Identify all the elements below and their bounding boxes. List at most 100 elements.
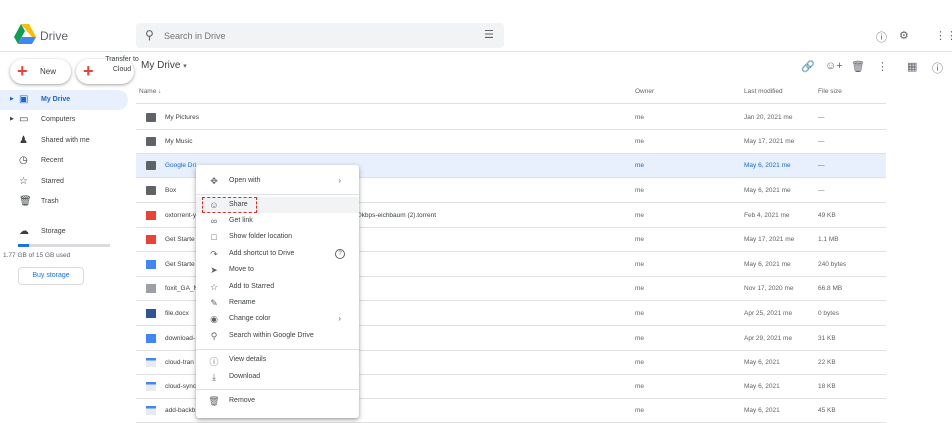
expand-arrow-icon[interactable]: ▶ (10, 96, 14, 102)
menu-item-label: Remove (229, 397, 256, 404)
search-bar[interactable]: ⚲ ☰ (136, 23, 504, 48)
clock-icon: ◷ (19, 155, 28, 166)
file-name: file.docx (165, 310, 189, 317)
sidebar-item-label: Shared with me (41, 137, 90, 144)
expand-arrow-icon[interactable]: ▶ (10, 116, 14, 122)
menu-item-download[interactable]: ⤓ Download (196, 369, 359, 385)
sidebar-item-label: Computers (41, 116, 76, 123)
file-modified-date: Nov 17, 2020 (744, 285, 783, 292)
image-file-icon (146, 358, 156, 367)
menu-item-open-with[interactable]: ✥ Open with › (196, 173, 359, 189)
info-icon[interactable]: ⓘ (932, 60, 943, 76)
page-title-text: My Drive (141, 60, 181, 71)
file-name: cloud-tran (165, 359, 194, 366)
file-owner: me (635, 359, 645, 366)
page-title[interactable]: My Drive ▾ (141, 60, 187, 71)
folder-icon (146, 113, 156, 122)
buy-storage-button[interactable]: Buy storage (18, 267, 84, 285)
file-name: My Music (165, 138, 193, 145)
folder-icon (146, 137, 156, 146)
plus-icon: + (83, 61, 94, 81)
move-icon: ➤ (210, 265, 218, 275)
menu-item-remove[interactable]: 🗑 Remove (196, 393, 359, 409)
menu-item-search-within[interactable]: ⚲ Search within Google Drive (196, 328, 359, 344)
file-modified-date: May 6, 2021 (744, 261, 780, 268)
sidebar-item-starred[interactable]: ☆ Starred (0, 172, 128, 192)
file-modified-date: Apr 25, 2021 (744, 310, 782, 317)
add-person-icon[interactable]: ☺+ (825, 60, 843, 72)
apps-grid-icon[interactable]: ⋮⋮ (935, 29, 952, 42)
file-size: 18 KB (818, 383, 836, 390)
menu-item-view-details[interactable]: ⓘ View details (196, 352, 359, 368)
file-name: add-backb (165, 407, 196, 414)
column-header-size: File size (818, 88, 842, 95)
top-bar: Drive ⚲ ☰ ⓘ ⚙ ⋮⋮ (0, 0, 952, 52)
file-owner: me (635, 310, 645, 317)
sidebar-item-my-drive[interactable]: ▶ ▣ My Drive (0, 90, 128, 110)
gear-icon[interactable]: ⚙ (899, 29, 909, 42)
column-header-name[interactable]: Name ↓ (139, 88, 161, 95)
file-modified: May 17, 2021 me (744, 236, 794, 243)
menu-divider (196, 389, 359, 390)
table-row[interactable]: My Pictures me Jan 20, 2021 me — (136, 106, 886, 130)
sidebar-item-shared[interactable]: ♟ Shared with me (0, 131, 128, 151)
search-input[interactable] (164, 28, 464, 43)
file-size: 49 KB (818, 212, 836, 219)
menu-item-rename[interactable]: ✎ Rename (196, 295, 359, 311)
help-icon[interactable]: ⓘ (876, 29, 887, 45)
file-name: Get Starte (165, 236, 195, 243)
file-name: download- (165, 335, 195, 342)
link-icon: ∞ (210, 216, 218, 226)
search-options-icon[interactable]: ☰ (484, 28, 494, 41)
sidebar-item-computers[interactable]: ▶ ▭ Computers (0, 110, 128, 130)
file-size: — (818, 162, 825, 169)
file-owner: me (635, 187, 645, 194)
sidebar-item-recent[interactable]: ◷ Recent (0, 151, 128, 171)
transfer-to-cloud-button[interactable]: + Transfer to Cloud (76, 56, 139, 84)
menu-item-add-to-starred[interactable]: ☆ Add to Starred (196, 279, 359, 295)
trash-icon[interactable]: 🗑 (851, 60, 865, 73)
menu-item-add-shortcut[interactable]: ↷ Add shortcut to Drive? (196, 246, 359, 262)
folder-icon: □ (211, 232, 217, 242)
file-owner: me (635, 383, 645, 390)
grid-view-icon[interactable]: ▦ (907, 60, 917, 73)
file-modified: Apr 25, 2021 me (744, 310, 792, 317)
app-title[interactable]: Drive (40, 29, 68, 43)
help-icon[interactable]: ? (335, 249, 345, 259)
header-divider (136, 103, 886, 104)
drive-logo-icon[interactable] (14, 24, 36, 44)
column-header-modified[interactable]: Last modified (744, 88, 783, 95)
image-file-icon (146, 382, 156, 391)
menu-item-move-to[interactable]: ➤ Move to (196, 262, 359, 278)
menu-item-change-color[interactable]: ◉ Change color › (196, 311, 359, 327)
sort-arrow-down-icon[interactable]: ↓ (158, 88, 161, 95)
file-modified-date: May 17, 2021 (744, 236, 784, 243)
pencil-icon: ✎ (210, 298, 218, 308)
file-name: My Pictures (165, 114, 199, 121)
search-icon[interactable]: ⚲ (145, 28, 154, 42)
menu-item-get-link[interactable]: ∞ Get link (196, 213, 359, 229)
sidebar-item-trash[interactable]: 🗑 Trash (0, 192, 128, 212)
star-icon: ☆ (19, 176, 28, 187)
sidebar-item-label: Recent (41, 157, 64, 164)
file-size: — (818, 138, 825, 145)
new-button[interactable]: + New (10, 59, 71, 84)
word-file-icon (146, 309, 156, 318)
menu-item-label: Add shortcut to Drive (229, 250, 295, 257)
menu-item-show-folder-location[interactable]: □ Show folder location (196, 229, 359, 245)
new-label: New (40, 67, 57, 76)
column-header-owner: Owner (635, 88, 655, 95)
table-row[interactable]: My Music me May 17, 2021 me — (136, 130, 886, 154)
folder-icon (146, 186, 156, 195)
file-modified-by: me (783, 310, 793, 317)
file-size: 0 bytes (818, 310, 839, 317)
more-vert-icon[interactable]: ⋮ (877, 60, 888, 73)
storage-progress-fill (18, 244, 29, 247)
sidebar-item-storage[interactable]: ☁ Storage (0, 222, 128, 242)
file-size: 31 KB (818, 335, 836, 342)
torrent-file-icon (146, 211, 156, 220)
file-modified: May 6, 2021 (744, 383, 780, 390)
link-icon[interactable]: 🔗 (801, 60, 815, 73)
file-modified: Nov 17, 2020 me (744, 285, 794, 292)
file-modified-by: me (783, 335, 793, 342)
